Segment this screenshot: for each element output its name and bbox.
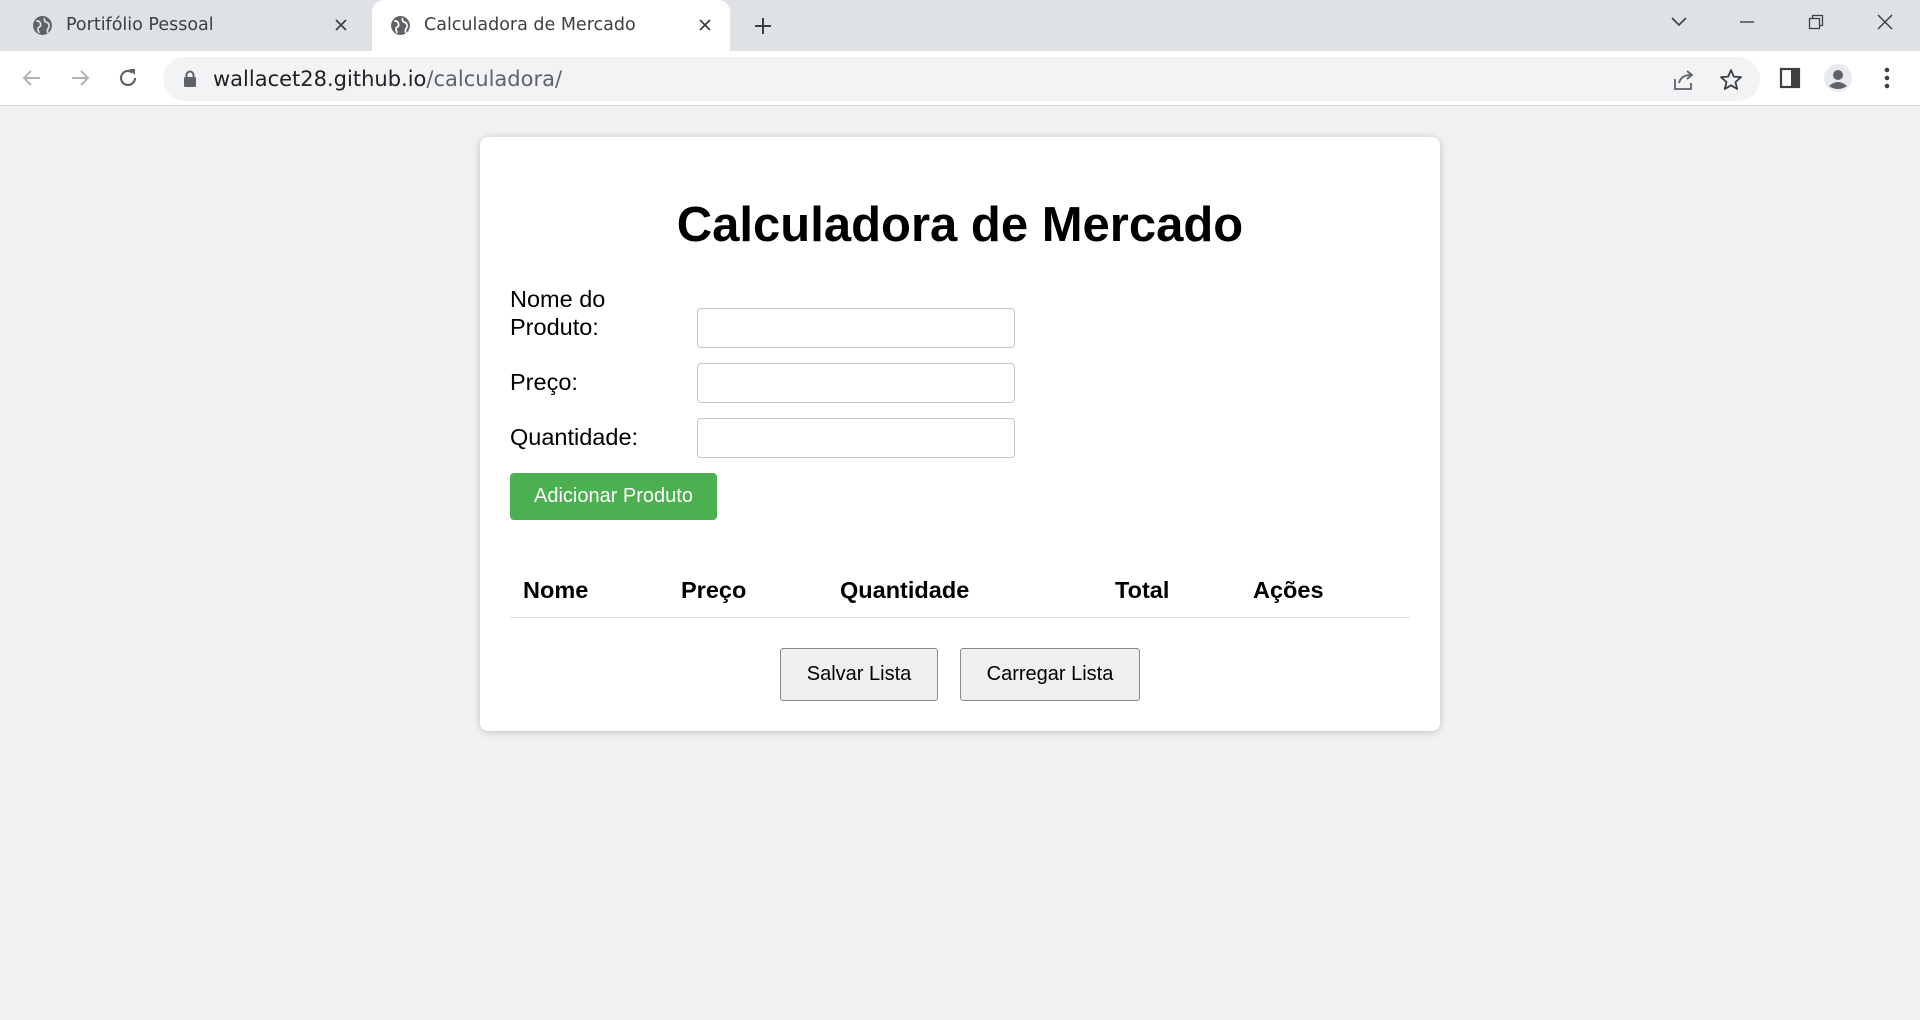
bookmark-star-icon[interactable] xyxy=(1718,67,1744,93)
lock-icon xyxy=(184,70,196,87)
preco-label: Preço: xyxy=(510,369,578,395)
reload-button[interactable] xyxy=(111,61,145,95)
column-header-quantidade: Quantidade xyxy=(840,577,970,603)
profile-button[interactable] xyxy=(1821,61,1855,95)
tab-search-button[interactable] xyxy=(1649,0,1709,44)
arrow-left-icon xyxy=(22,70,40,86)
reload-icon xyxy=(119,69,137,87)
share-icon[interactable] xyxy=(1670,67,1696,93)
nome-input[interactable] xyxy=(697,308,1015,348)
url-path: /calculadora/ xyxy=(426,67,563,91)
add-product-button[interactable]: Adicionar Produto xyxy=(510,473,717,520)
restore-icon xyxy=(1808,14,1824,30)
preco-input[interactable] xyxy=(697,363,1015,403)
tab-title: Portifólio Pessoal xyxy=(66,15,214,35)
quantidade-label: Quantidade: xyxy=(510,424,639,450)
browser-toolbar: wallacet28.github.io/calculadora/ xyxy=(0,51,1920,106)
close-tab-icon[interactable] xyxy=(692,12,718,38)
save-list-button[interactable]: Salvar Lista xyxy=(780,648,938,701)
globe-icon xyxy=(391,16,410,35)
quantidade-input[interactable] xyxy=(697,418,1015,458)
table-divider xyxy=(510,617,1410,618)
address-bar[interactable]: wallacet28.github.io/calculadora/ xyxy=(163,57,1760,101)
minimize-icon xyxy=(1740,21,1754,23)
globe-icon xyxy=(33,16,52,35)
chevron-down-icon xyxy=(1671,17,1687,27)
tab-strip: Portifólio Pessoal Calculadora de Mercad… xyxy=(0,0,1920,51)
new-tab-button[interactable] xyxy=(748,11,778,41)
column-header-total: Total xyxy=(1115,577,1170,603)
close-window-button[interactable] xyxy=(1855,0,1915,44)
column-header-acoes: Ações xyxy=(1253,577,1324,603)
nome-label-line2: Produto: xyxy=(510,314,599,340)
avatar-icon xyxy=(1824,64,1852,92)
nome-label: Nome do Produto: xyxy=(510,285,605,341)
column-header-preco: Preço xyxy=(681,577,747,603)
restore-button[interactable] xyxy=(1786,0,1846,44)
side-panel-icon xyxy=(1779,67,1801,89)
plus-icon xyxy=(755,18,771,34)
arrow-right-icon xyxy=(72,70,90,86)
menu-button[interactable] xyxy=(1870,61,1904,95)
side-panel-button[interactable] xyxy=(1773,61,1807,95)
tab-calculadora[interactable]: Calculadora de Mercado xyxy=(372,0,730,51)
tab-portfolio[interactable]: Portifólio Pessoal xyxy=(14,0,366,51)
url-host: wallacet28.github.io xyxy=(213,67,427,91)
nome-label-line1: Nome do xyxy=(510,286,606,312)
close-tab-icon[interactable] xyxy=(328,12,354,38)
minimize-button[interactable] xyxy=(1717,0,1777,44)
tab-title: Calculadora de Mercado xyxy=(424,15,636,35)
column-header-nome: Nome xyxy=(523,577,589,603)
back-button[interactable] xyxy=(15,61,49,95)
forward-button[interactable] xyxy=(63,61,97,95)
kebab-menu-icon xyxy=(1884,67,1890,89)
close-icon xyxy=(1877,14,1893,30)
calculator-card: Calculadora de Mercado Nome do Produto: … xyxy=(480,137,1440,731)
load-list-button[interactable]: Carregar Lista xyxy=(960,648,1140,701)
url-text: wallacet28.github.io/calculadora/ xyxy=(213,67,562,91)
page-title: Calculadora de Mercado xyxy=(676,198,1244,252)
